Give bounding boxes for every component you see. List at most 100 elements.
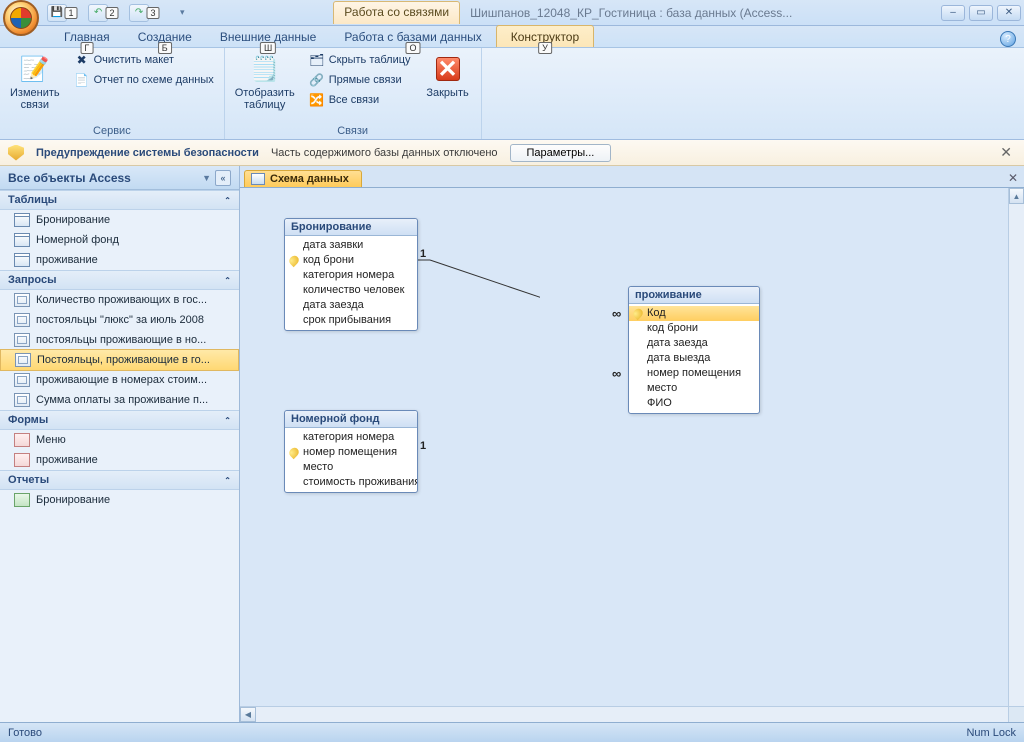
nav-item-label: Бронирование bbox=[36, 214, 110, 226]
nav-header[interactable]: Все объекты Access ▼ « bbox=[0, 166, 239, 190]
rel-many-label: ∞ bbox=[612, 306, 621, 321]
table-title: Номерной фонд bbox=[285, 411, 417, 428]
table-field[interactable]: категория номера bbox=[285, 430, 417, 445]
tab-external-data[interactable]: Внешние данныеШ bbox=[206, 26, 331, 47]
nav-section-tables[interactable]: Таблицы⌃ bbox=[0, 190, 239, 210]
table-box-booking[interactable]: Бронирование дата заявкикод броникатегор… bbox=[284, 218, 418, 331]
tab-db-tools[interactable]: Работа с базами данныхО bbox=[330, 26, 495, 47]
horizontal-scrollbar[interactable]: ◀ bbox=[240, 706, 1008, 722]
security-warning-bar: Предупреждение системы безопасности Част… bbox=[0, 140, 1024, 166]
doc-tab-close-button[interactable]: ✕ bbox=[1002, 169, 1024, 187]
table-field[interactable]: дата выезда bbox=[629, 351, 759, 366]
security-options-button[interactable]: Параметры... bbox=[510, 144, 612, 162]
table-box-stay[interactable]: проживание Кодкод бронидата заездадата в… bbox=[628, 286, 760, 414]
nav-item[interactable]: проживание bbox=[0, 450, 239, 470]
table-field[interactable]: номер помещения bbox=[285, 445, 417, 460]
nav-section-queries[interactable]: Запросы⌃ bbox=[0, 270, 239, 290]
all-rel-icon: 🔀 bbox=[309, 92, 325, 108]
security-message: Часть содержимого базы данных отключено bbox=[271, 147, 498, 159]
window-title: Шишпанов_12048_КР_Гостиница : база данны… bbox=[470, 6, 792, 20]
scroll-up-button[interactable]: ▲ bbox=[1009, 188, 1024, 204]
nav-item[interactable]: Номерной фонд bbox=[0, 230, 239, 250]
vertical-scrollbar[interactable]: ▲ bbox=[1008, 188, 1024, 706]
doc-tab-schema[interactable]: Схема данных bbox=[244, 170, 362, 187]
table-field[interactable]: Код bbox=[629, 306, 759, 321]
restore-button[interactable]: ▭ bbox=[969, 5, 993, 21]
nav-item-label: Бронирование bbox=[36, 494, 110, 506]
object-icon bbox=[14, 233, 30, 247]
nav-item[interactable]: постояльцы проживающие в но... bbox=[0, 330, 239, 350]
nav-collapse-button[interactable]: « bbox=[215, 170, 231, 186]
nav-item-label: проживание bbox=[36, 254, 98, 266]
nav-section-forms[interactable]: Формы⌃ bbox=[0, 410, 239, 430]
nav-item[interactable]: проживание bbox=[0, 250, 239, 270]
table-field[interactable]: дата заявки bbox=[285, 238, 417, 253]
nav-item[interactable]: проживающие в номерах стоим... bbox=[0, 370, 239, 390]
table-field[interactable]: код брони bbox=[629, 321, 759, 336]
relationships-icon bbox=[251, 173, 265, 185]
table-field[interactable]: количество человек bbox=[285, 283, 417, 298]
qat-key-3: 3 bbox=[147, 7, 160, 19]
rel-one-label: 1 bbox=[420, 248, 426, 260]
tab-design[interactable]: КонструкторУ bbox=[496, 25, 594, 47]
qat-key-1: 1 bbox=[64, 7, 77, 19]
keytip: У bbox=[538, 42, 552, 54]
help-button[interactable]: ? bbox=[1000, 31, 1016, 47]
shield-icon bbox=[8, 145, 24, 161]
nav-item[interactable]: Постояльцы, проживающие в го... bbox=[0, 349, 239, 371]
nav-section-reports[interactable]: Отчеты⌃ bbox=[0, 470, 239, 490]
security-close-button[interactable]: ✕ bbox=[996, 144, 1016, 161]
table-field[interactable]: ФИО bbox=[629, 396, 759, 411]
keytip: Г bbox=[80, 42, 93, 54]
table-box-rooms[interactable]: Номерной фонд категория номераномер поме… bbox=[284, 410, 418, 493]
nav-item[interactable]: Меню bbox=[0, 430, 239, 450]
object-icon bbox=[14, 493, 30, 507]
table-field[interactable]: срок прибывания bbox=[285, 313, 417, 328]
relationships-canvas[interactable]: 1 ∞ 1 ∞ Бронирование дата заявкикод брон… bbox=[240, 188, 1024, 722]
main-area: Все объекты Access ▼ « Таблицы⌃ Брониров… bbox=[0, 166, 1024, 722]
scroll-left-button[interactable]: ◀ bbox=[240, 707, 256, 722]
relationship-report-button[interactable]: 📄Отчет по схеме данных bbox=[70, 71, 218, 89]
nav-item[interactable]: Сумма оплаты за проживание п... bbox=[0, 390, 239, 410]
close-button[interactable]: ✕ Закрыть bbox=[421, 51, 475, 101]
tab-create[interactable]: СозданиеБ bbox=[124, 26, 206, 47]
object-icon bbox=[15, 353, 31, 367]
clear-icon: ✖ bbox=[74, 52, 90, 68]
nav-item[interactable]: Бронирование bbox=[0, 210, 239, 230]
minimize-button[interactable]: – bbox=[941, 5, 965, 21]
object-icon bbox=[14, 293, 30, 307]
table-title: Бронирование bbox=[285, 219, 417, 236]
status-numlock: Num Lock bbox=[966, 727, 1016, 739]
close-icon: ✕ bbox=[432, 53, 464, 85]
nav-item[interactable]: постояльцы "люкс" за июль 2008 bbox=[0, 310, 239, 330]
keytip: Ш bbox=[260, 42, 276, 54]
nav-item[interactable]: Бронирование bbox=[0, 490, 239, 510]
table-field[interactable]: код брони bbox=[285, 253, 417, 268]
table-field[interactable]: стоимость проживания bbox=[285, 475, 417, 490]
rel-many-label: ∞ bbox=[612, 366, 621, 381]
show-table-button[interactable]: 🗒️ Отобразить таблицу bbox=[231, 51, 299, 113]
object-icon bbox=[14, 333, 30, 347]
ribbon-tabs: ГлавнаяГ СозданиеБ Внешние данныеШ Работ… bbox=[0, 26, 1024, 48]
tab-home[interactable]: ГлавнаяГ bbox=[50, 26, 124, 47]
table-field[interactable]: номер помещения bbox=[629, 366, 759, 381]
edit-relationships-button[interactable]: 📝 Изменить связи bbox=[6, 51, 64, 113]
table-field[interactable]: дата заезда bbox=[285, 298, 417, 313]
object-icon bbox=[14, 213, 30, 227]
nav-item-label: Количество проживающих в гос... bbox=[36, 294, 207, 306]
keytip: О bbox=[406, 42, 421, 54]
table-field[interactable]: категория номера bbox=[285, 268, 417, 283]
table-field[interactable]: дата заезда bbox=[629, 336, 759, 351]
document-tabs: Схема данных ✕ bbox=[240, 166, 1024, 188]
nav-item[interactable]: Количество проживающих в гос... bbox=[0, 290, 239, 310]
direct-relationships-button[interactable]: 🔗Прямые связи bbox=[305, 71, 415, 89]
table-field[interactable]: место bbox=[629, 381, 759, 396]
office-button[interactable] bbox=[3, 0, 39, 36]
status-ready: Готово bbox=[8, 727, 42, 739]
table-field[interactable]: место bbox=[285, 460, 417, 475]
nav-item-label: проживающие в номерах стоим... bbox=[36, 374, 207, 386]
rel-one-label: 1 bbox=[420, 440, 426, 452]
close-window-button[interactable]: ✕ bbox=[997, 5, 1021, 21]
hide-table-button[interactable]: 🗂Скрыть таблицу bbox=[305, 51, 415, 69]
all-relationships-button[interactable]: 🔀Все связи bbox=[305, 91, 415, 109]
